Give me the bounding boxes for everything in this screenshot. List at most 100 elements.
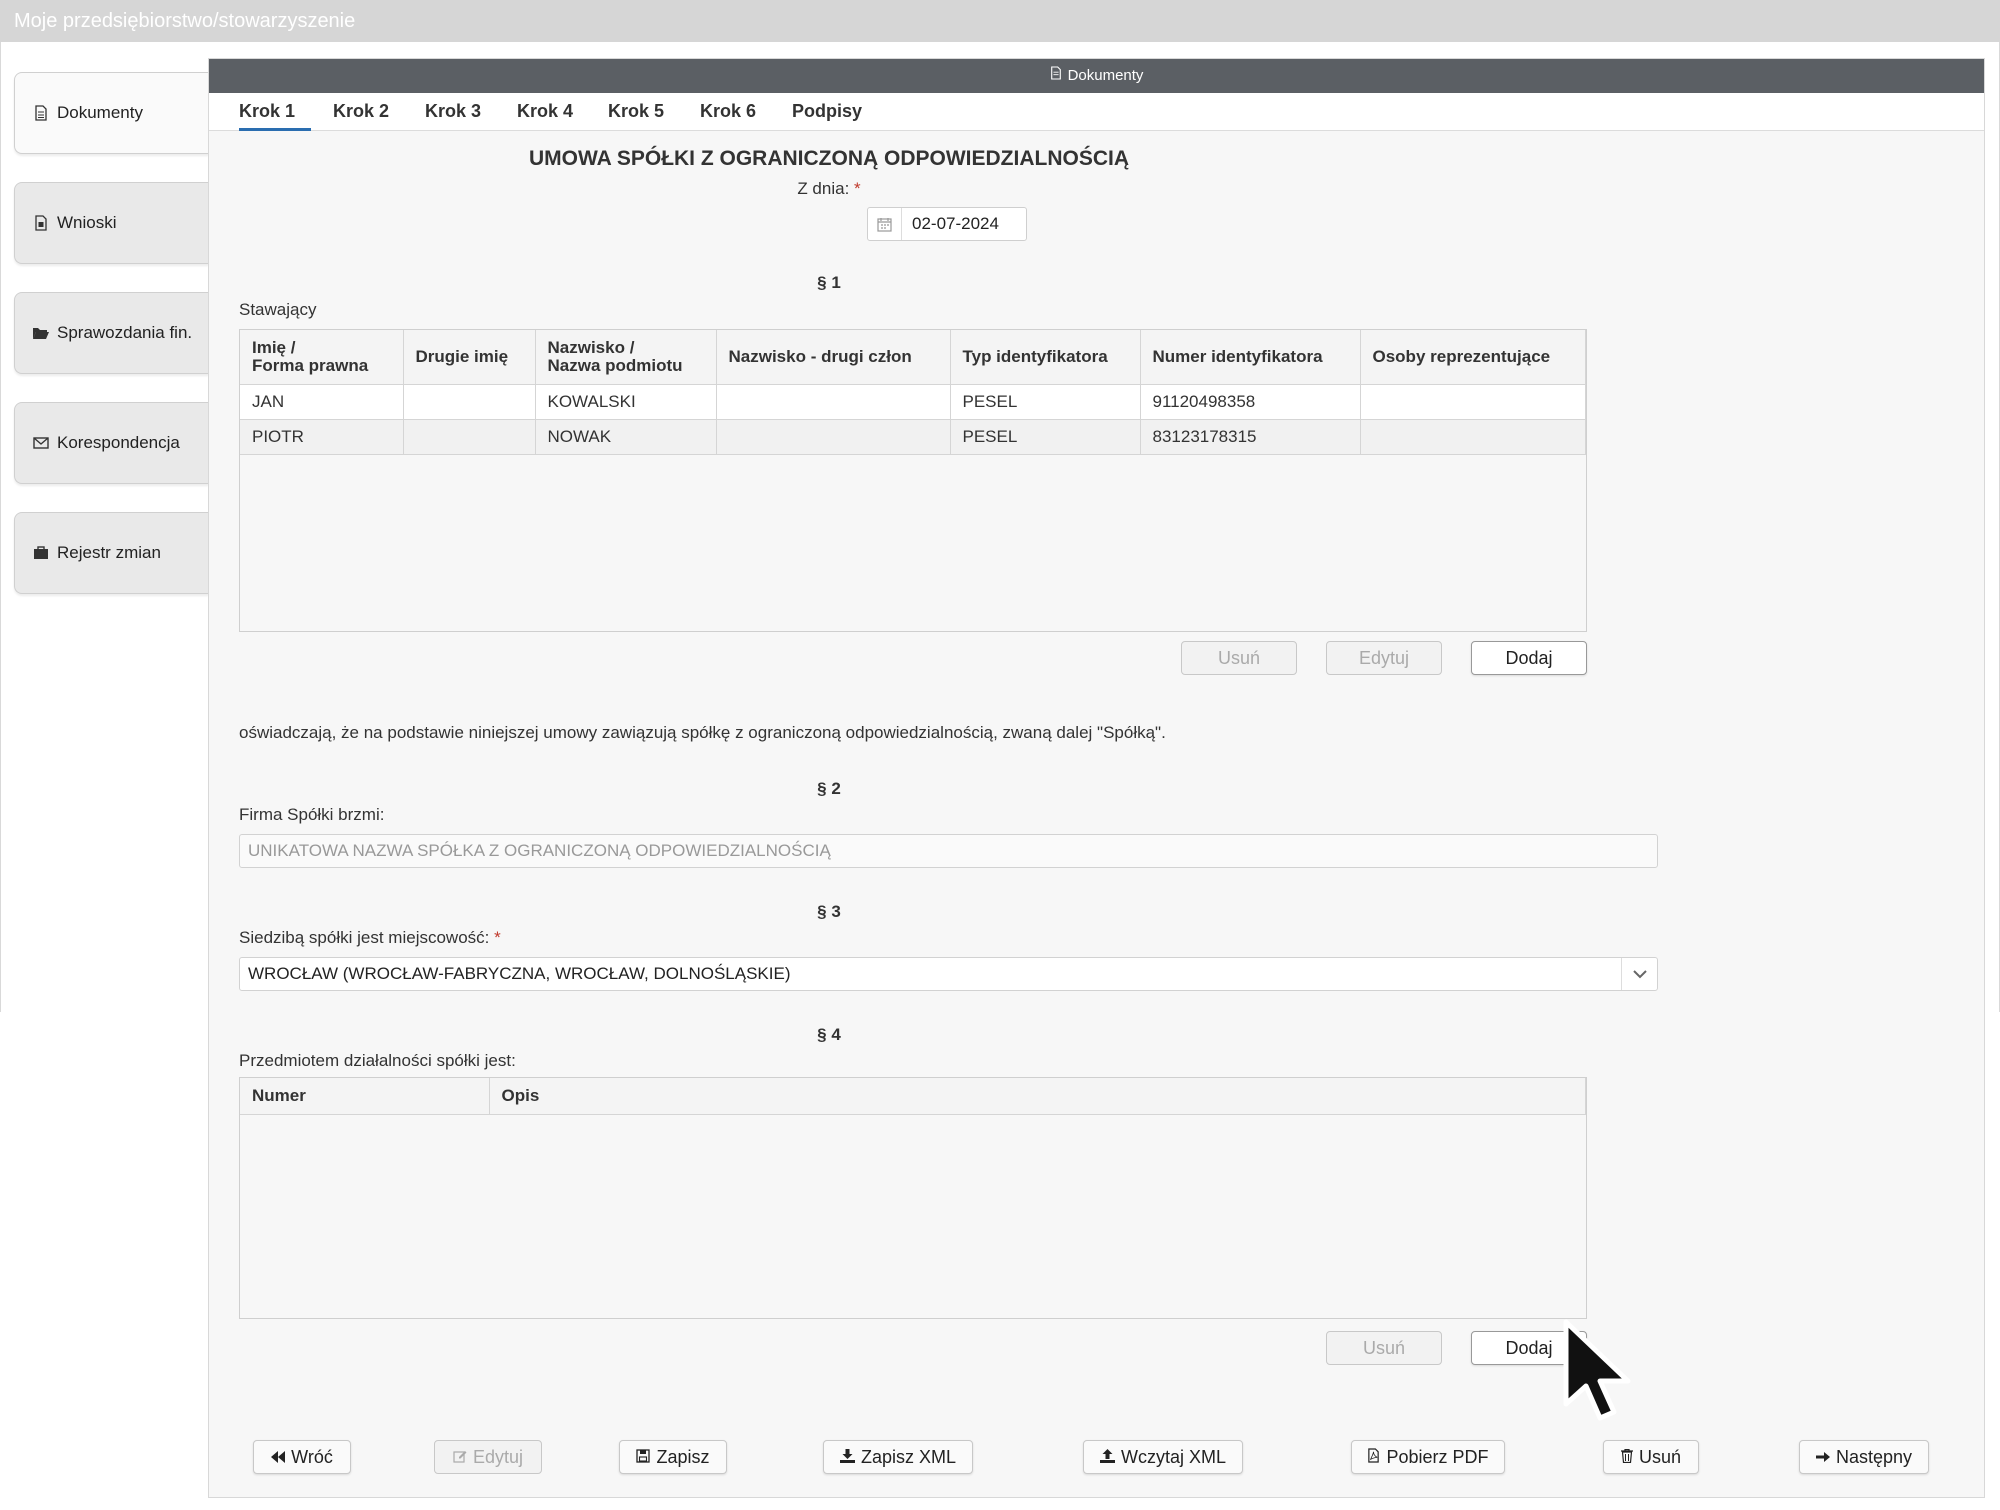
required-mark: * — [494, 928, 501, 947]
envelope-icon — [31, 433, 51, 453]
seat-select-value: WROCŁAW (WROCŁAW-FABRYCZNA, WROCŁAW, DOL… — [248, 964, 791, 983]
column-header[interactable]: Nazwisko / Nazwa podmiotu — [535, 330, 717, 385]
app-title: Moje przedsiębiorstwo/stowarzyszenie — [14, 10, 356, 32]
activity-table: Numer Opis — [239, 1077, 1587, 1319]
table-cell: PESEL — [950, 384, 1141, 420]
tab-krok-3[interactable]: Krok 3 — [425, 93, 481, 131]
back-button[interactable]: Wróć — [253, 1440, 351, 1474]
seat-select[interactable]: WROCŁAW (WROCŁAW-FABRYCZNA, WROCŁAW, DOL… — [239, 957, 1658, 991]
edit-label: Edytuj — [472, 1446, 524, 1467]
load-xml-button[interactable]: Wczytaj XML — [1083, 1440, 1243, 1474]
section-2-heading: § 2 — [817, 779, 841, 798]
load-xml-label: Wczytaj XML — [1120, 1446, 1226, 1467]
parties-label: Stawający — [239, 300, 317, 319]
sidebar-item-wnioski[interactable]: Wnioski — [14, 182, 209, 264]
company-name-label: Firma Spółki brzmi: — [239, 805, 385, 824]
seat-label: Siedzibą spółki jest miejscowość: — [239, 928, 490, 947]
trash-icon — [1620, 1447, 1633, 1468]
backward-icon — [271, 1447, 286, 1468]
delete-button[interactable]: Usuń — [1603, 1440, 1699, 1474]
column-header[interactable]: Osoby reprezentujące — [1360, 330, 1586, 385]
table-cell: JAN — [240, 384, 404, 420]
tab-krok-6[interactable]: Krok 6 — [700, 93, 756, 131]
table-cell — [716, 384, 951, 420]
save-xml-button[interactable]: Zapisz XML — [823, 1440, 973, 1474]
statement-text: oświadczają, że na podstawie niniejszej … — [239, 723, 1166, 742]
back-label: Wróć — [291, 1446, 333, 1467]
sidebar-item-rejestr-zmian[interactable]: Rejestr zmian — [14, 512, 209, 594]
arrow-right-icon — [1815, 1447, 1830, 1468]
sidebar-item-sprawozdania[interactable]: Sprawozdania fin. — [14, 292, 209, 374]
tab-podpisy[interactable]: Podpisy — [792, 93, 862, 131]
parties-remove-button[interactable]: Usuń — [1181, 641, 1297, 675]
table-cell: PESEL — [950, 419, 1141, 455]
upload-icon — [1099, 1447, 1115, 1468]
date-label: Z dnia: — [797, 179, 850, 198]
seat-label-row: Siedzibą spółki jest miejscowość: * — [239, 928, 501, 948]
save-xml-label: Zapisz XML — [860, 1446, 957, 1467]
table-cell — [403, 384, 536, 420]
parties-table: Imię / Forma prawna Drugie imię Nazwisko … — [239, 329, 1587, 632]
required-mark: * — [854, 179, 861, 198]
panel-header: Dokumenty — [209, 59, 1984, 93]
documents-panel: Dokumenty Krok 1 Krok 2 Krok 3 Krok 4 Kr… — [208, 58, 1985, 1498]
table-cell: 83123178315 — [1140, 419, 1361, 455]
activity-remove-button[interactable]: Usuń — [1326, 1331, 1442, 1365]
download-pdf-label: Pobierz PDF — [1386, 1446, 1489, 1467]
tab-krok-2[interactable]: Krok 2 — [333, 93, 389, 131]
table-cell — [403, 419, 536, 455]
panel-header-title: Dokumenty — [1067, 67, 1144, 84]
next-button[interactable]: Następny — [1799, 1440, 1929, 1474]
table-cell: 91120498358 — [1140, 384, 1361, 420]
company-name-field[interactable]: UNIKATOWA NAZWA SPÓŁKA Z OGRANICZONĄ ODP… — [239, 834, 1658, 868]
document-title: UMOWA SPÓŁKI Z OGRANICZONĄ ODPOWIEDZIALN… — [528, 147, 1130, 170]
download-pdf-button[interactable]: Pobierz PDF — [1351, 1440, 1505, 1474]
table-cell: KOWALSKI — [535, 384, 717, 420]
column-header[interactable]: Opis — [489, 1078, 1586, 1115]
table-cell — [1360, 419, 1586, 455]
sidebar-item-label: Sprawozdania fin. — [57, 323, 193, 342]
sidebar-item-label: Rejestr zmian — [57, 543, 161, 562]
tab-krok-5[interactable]: Krok 5 — [608, 93, 664, 131]
column-header[interactable]: Imię / Forma prawna — [240, 330, 404, 385]
edit-icon — [453, 1447, 467, 1468]
parties-edit-button[interactable]: Edytuj — [1326, 641, 1442, 675]
step-tabs: Krok 1 Krok 2 Krok 3 Krok 4 Krok 5 Krok … — [209, 93, 1984, 131]
parties-add-button[interactable]: Dodaj — [1471, 641, 1587, 675]
footer-edit-button[interactable]: Edytuj — [434, 1440, 542, 1474]
date-label-row: Z dnia: * — [209, 179, 1449, 199]
date-value: 02-07-2024 — [912, 214, 999, 233]
section-3-heading: § 3 — [817, 902, 841, 921]
document-icon — [1050, 59, 1062, 93]
floppy-icon — [636, 1447, 651, 1468]
sidebar-item-label: Dokumenty — [57, 103, 143, 122]
table-row[interactable]: JAN KOWALSKI PESEL 91120498358 — [240, 384, 1586, 420]
sidebar-item-label: Wnioski — [57, 213, 117, 232]
column-header[interactable]: Numer identyfikatora — [1140, 330, 1361, 385]
sidebar-item-dokumenty[interactable]: Dokumenty — [14, 72, 209, 154]
tab-krok-4[interactable]: Krok 4 — [517, 93, 573, 131]
chevron-down-icon[interactable] — [1621, 958, 1657, 990]
next-label: Następny — [1835, 1446, 1913, 1467]
column-header[interactable]: Numer — [240, 1078, 490, 1115]
section-4-heading: § 4 — [817, 1025, 841, 1044]
table-row[interactable]: PIOTR NOWAK PESEL 83123178315 — [240, 419, 1586, 455]
download-icon — [839, 1447, 855, 1468]
date-field[interactable]: 02-07-2024 — [867, 207, 1027, 241]
folder-open-icon — [31, 323, 51, 343]
tab-krok-1[interactable]: Krok 1 — [239, 93, 311, 131]
activity-label: Przedmiotem działalności spółki jest: — [239, 1051, 516, 1070]
briefcase-icon — [31, 543, 51, 563]
application-icon — [31, 213, 51, 233]
sidebar-item-korespondencja[interactable]: Korespondencja — [14, 402, 209, 484]
table-cell — [1360, 384, 1586, 420]
sidebar-item-label: Korespondencja — [57, 433, 180, 452]
save-button[interactable]: Zapisz — [619, 1440, 727, 1474]
table-cell: NOWAK — [535, 419, 717, 455]
column-header[interactable]: Nazwisko - drugi człon — [716, 330, 951, 385]
mouse-cursor-icon — [1560, 1318, 1640, 1433]
calendar-icon[interactable] — [868, 208, 902, 240]
column-header[interactable]: Drugie imię — [403, 330, 536, 385]
section-1-heading: § 1 — [817, 273, 841, 292]
column-header[interactable]: Typ identyfikatora — [950, 330, 1141, 385]
